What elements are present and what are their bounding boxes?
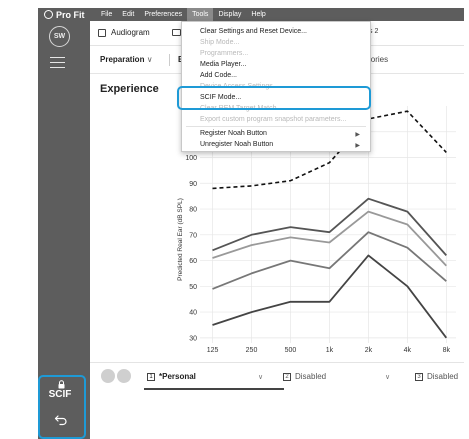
program-slot-2-number: 2 <box>283 372 291 381</box>
menu-item-add-code[interactable]: Add Code... <box>200 72 237 79</box>
y-tick-label: 30 <box>189 335 197 342</box>
y-tick-label: 90 <box>189 181 197 188</box>
program-slot-3-label: Disabled <box>427 372 459 381</box>
audiogram-button[interactable]: Audiogram <box>98 28 150 37</box>
program-slot-3[interactable]: 3 Disabled <box>415 372 458 381</box>
tab-preparation[interactable]: Preparation ∨ <box>100 55 153 64</box>
hamburger-icon[interactable] <box>50 57 65 68</box>
menu-preferences[interactable]: Preferences <box>139 8 187 21</box>
chevron-down-icon[interactable]: ∨ <box>385 373 390 381</box>
folder-icon[interactable] <box>172 29 181 36</box>
x-tick-label: 8k <box>443 347 451 354</box>
y-tick-label: 80 <box>189 207 197 214</box>
x-tick-label: 1k <box>326 347 334 354</box>
avatar[interactable]: SW <box>49 26 70 47</box>
y-tick-label: 100 <box>185 155 197 162</box>
submenu-arrow-icon: ▶ <box>355 132 360 138</box>
y-tick-label: 50 <box>189 284 197 291</box>
y-tick-label: 60 <box>189 258 197 265</box>
audiogram-icon <box>98 28 106 37</box>
y-tick-label: 70 <box>189 232 197 239</box>
menu-display[interactable]: Display <box>213 8 246 21</box>
active-slot-underline <box>144 388 284 390</box>
menu-item-register-noah[interactable]: Register Noah Button <box>200 130 267 137</box>
audiogram-label: Audiogram <box>111 28 150 37</box>
program-slot-1-label: *Personal <box>159 372 196 381</box>
brand: Pro Fit <box>44 8 85 21</box>
menu-item-clear-settings[interactable]: Clear Settings and Reset Device... <box>200 28 307 35</box>
app-window: Pro Fit SW SCIF File Edit Preferences To… <box>0 0 469 439</box>
program-slot-1[interactable]: 1 *Personal <box>147 372 196 381</box>
menu-help[interactable]: Help <box>246 8 270 21</box>
program-bar: 1 *Personal ∨ 2 Disabled ∨ 3 Disabled <box>90 362 464 390</box>
menu-divider <box>186 126 366 127</box>
program-slot-2-label: Disabled <box>295 372 327 381</box>
submenu-arrow-icon: ▶ <box>355 143 360 149</box>
x-tick-label: 2k <box>365 347 373 354</box>
scif-rail-highlight <box>38 375 86 439</box>
menu-file[interactable]: File <box>96 8 117 21</box>
menu-item-export-snapshot: Export custom program snapshot parameter… <box>200 116 347 123</box>
tab-divider <box>169 54 170 66</box>
program-settings-icon[interactable] <box>117 369 131 383</box>
y-tick-label: 40 <box>189 310 197 317</box>
program-slot-3-number: 3 <box>415 372 423 381</box>
chevron-down-icon[interactable]: ∨ <box>258 373 263 381</box>
scif-mode-highlight <box>177 86 371 110</box>
x-tick-label: 250 <box>246 347 258 354</box>
menu-edit[interactable]: Edit <box>117 8 139 21</box>
app-name: Pro Fit <box>56 9 85 20</box>
menu-item-media-player[interactable]: Media Player... <box>200 61 246 68</box>
menu-item-unregister-noah[interactable]: Unregister Noah Button <box>200 141 273 148</box>
x-tick-label: 500 <box>285 347 297 354</box>
program-slot-1-number: 1 <box>147 372 155 381</box>
pro-fit-logo-icon <box>44 10 53 19</box>
x-tick-label: 125 <box>207 347 219 354</box>
program-slot-2[interactable]: 2 Disabled <box>283 372 326 381</box>
menu-bar: File Edit Preferences Tools Display Help <box>90 8 464 21</box>
program-toggle-icon[interactable] <box>101 369 115 383</box>
y-axis-label: Predicted Real Ear (dB SPL) <box>177 198 184 281</box>
menu-tools[interactable]: Tools <box>187 8 214 21</box>
menu-item-ship-mode: Ship Mode... <box>200 39 240 46</box>
x-tick-label: 4k <box>404 347 412 354</box>
page-title: Experience <box>100 83 159 95</box>
menu-item-programmers: Programmers... <box>200 50 249 57</box>
